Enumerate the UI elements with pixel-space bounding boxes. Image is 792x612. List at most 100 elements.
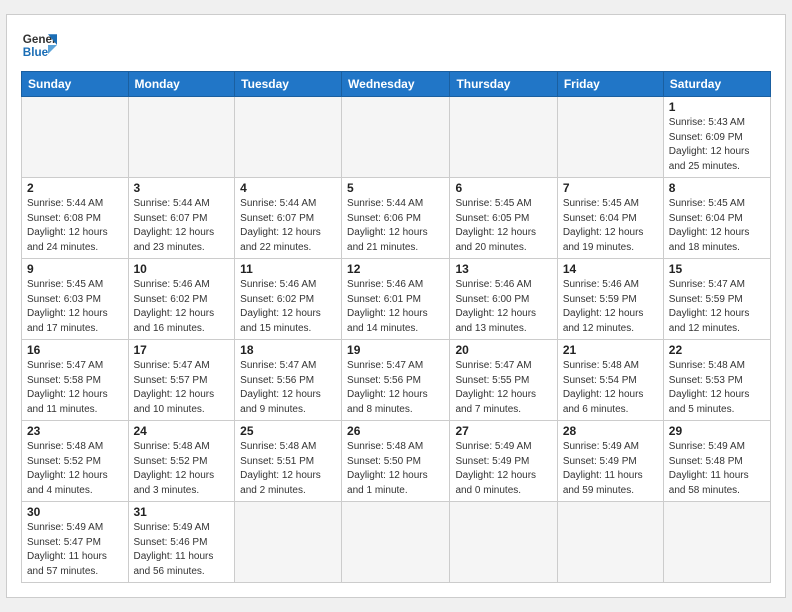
calendar-thead: SundayMondayTuesdayWednesdayThursdayFrid… [22, 72, 771, 97]
calendar-cell [235, 502, 342, 583]
day-number: 20 [455, 343, 551, 357]
calendar-cell: 30 Sunrise: 5:49 AM Sunset: 5:47 PM Dayli… [22, 502, 129, 583]
calendar-cell [557, 502, 663, 583]
day-number: 27 [455, 424, 551, 438]
day-info: Sunrise: 5:47 AM Sunset: 5:58 PM Dayligh… [27, 359, 123, 417]
weekday-header-row: SundayMondayTuesdayWednesdayThursdayFrid… [22, 72, 771, 97]
day-number: 26 [347, 424, 444, 438]
day-info: Sunrise: 5:48 AM Sunset: 5:51 PM Dayligh… [240, 440, 336, 498]
day-info: Sunrise: 5:46 AM Sunset: 6:00 PM Dayligh… [455, 278, 551, 336]
calendar-cell: 18 Sunrise: 5:47 AM Sunset: 5:56 PM Dayli… [235, 340, 342, 421]
day-number: 5 [347, 181, 444, 195]
calendar-cell: 22 Sunrise: 5:48 AM Sunset: 5:53 PM Dayli… [663, 340, 770, 421]
day-info: Sunrise: 5:48 AM Sunset: 5:52 PM Dayligh… [134, 440, 230, 498]
day-info: Sunrise: 5:46 AM Sunset: 6:02 PM Dayligh… [240, 278, 336, 336]
logo: General Blue [21, 27, 57, 63]
day-number: 4 [240, 181, 336, 195]
day-info: Sunrise: 5:47 AM Sunset: 5:56 PM Dayligh… [347, 359, 444, 417]
week-row-0: 1 Sunrise: 5:43 AM Sunset: 6:09 PM Daylig… [22, 97, 771, 178]
calendar-cell: 23 Sunrise: 5:48 AM Sunset: 5:52 PM Dayli… [22, 421, 129, 502]
calendar-cell: 8Sunrise: 5:45 AM Sunset: 6:04 PM Daylig… [663, 178, 770, 259]
calendar-cell: 27 Sunrise: 5:49 AM Sunset: 5:49 PM Dayli… [450, 421, 557, 502]
day-number: 31 [134, 505, 230, 519]
weekday-header-thursday: Thursday [450, 72, 557, 97]
calendar-cell: 26Sunrise: 5:48 AM Sunset: 5:50 PM Dayli… [342, 421, 450, 502]
day-number: 23 [27, 424, 123, 438]
day-info: Sunrise: 5:48 AM Sunset: 5:53 PM Dayligh… [669, 359, 765, 417]
week-row-4: 23 Sunrise: 5:48 AM Sunset: 5:52 PM Dayli… [22, 421, 771, 502]
day-number: 7 [563, 181, 658, 195]
day-info: Sunrise: 5:46 AM Sunset: 6:01 PM Dayligh… [347, 278, 444, 336]
calendar-cell: 11 Sunrise: 5:46 AM Sunset: 6:02 PM Dayli… [235, 259, 342, 340]
day-info: Sunrise: 5:44 AM Sunset: 6:07 PM Dayligh… [240, 197, 336, 255]
day-info: Sunrise: 5:45 AM Sunset: 6:04 PM Dayligh… [563, 197, 658, 255]
day-info: Sunrise: 5:45 AM Sunset: 6:04 PM Dayligh… [669, 197, 765, 255]
weekday-header-friday: Friday [557, 72, 663, 97]
day-number: 22 [669, 343, 765, 357]
day-number: 30 [27, 505, 123, 519]
calendar-cell: 3Sunrise: 5:44 AM Sunset: 6:07 PM Daylig… [128, 178, 235, 259]
day-info: Sunrise: 5:45 AM Sunset: 6:03 PM Dayligh… [27, 278, 123, 336]
day-number: 24 [134, 424, 230, 438]
week-row-1: 2Sunrise: 5:44 AM Sunset: 6:08 PM Daylig… [22, 178, 771, 259]
calendar-cell [235, 97, 342, 178]
calendar-cell: 5Sunrise: 5:44 AM Sunset: 6:06 PM Daylig… [342, 178, 450, 259]
day-number: 16 [27, 343, 123, 357]
calendar-cell [128, 97, 235, 178]
calendar-cell: 21 Sunrise: 5:48 AM Sunset: 5:54 PM Dayli… [557, 340, 663, 421]
calendar-cell: 25Sunrise: 5:48 AM Sunset: 5:51 PM Dayli… [235, 421, 342, 502]
day-number: 28 [563, 424, 658, 438]
day-info: Sunrise: 5:47 AM Sunset: 5:56 PM Dayligh… [240, 359, 336, 417]
day-info: Sunrise: 5:48 AM Sunset: 5:54 PM Dayligh… [563, 359, 658, 417]
day-number: 15 [669, 262, 765, 276]
calendar-cell: 14Sunrise: 5:46 AM Sunset: 5:59 PM Dayli… [557, 259, 663, 340]
calendar-cell: 4 Sunrise: 5:44 AM Sunset: 6:07 PM Daylig… [235, 178, 342, 259]
day-number: 17 [134, 343, 230, 357]
calendar-cell: 28 Sunrise: 5:49 AM Sunset: 5:49 PM Dayli… [557, 421, 663, 502]
calendar-cell [342, 502, 450, 583]
day-info: Sunrise: 5:49 AM Sunset: 5:47 PM Dayligh… [27, 521, 123, 579]
calendar-cell: 17 Sunrise: 5:47 AM Sunset: 5:57 PM Dayli… [128, 340, 235, 421]
day-info: Sunrise: 5:47 AM Sunset: 5:57 PM Dayligh… [134, 359, 230, 417]
day-info: Sunrise: 5:45 AM Sunset: 6:05 PM Dayligh… [455, 197, 551, 255]
calendar-cell: 19 Sunrise: 5:47 AM Sunset: 5:56 PM Dayli… [342, 340, 450, 421]
calendar-cell: 6 Sunrise: 5:45 AM Sunset: 6:05 PM Daylig… [450, 178, 557, 259]
calendar-cell [557, 97, 663, 178]
day-info: Sunrise: 5:49 AM Sunset: 5:49 PM Dayligh… [455, 440, 551, 498]
day-number: 9 [27, 262, 123, 276]
day-info: Sunrise: 5:48 AM Sunset: 5:52 PM Dayligh… [27, 440, 123, 498]
day-number: 13 [455, 262, 551, 276]
weekday-header-sunday: Sunday [22, 72, 129, 97]
calendar-tbody: 1 Sunrise: 5:43 AM Sunset: 6:09 PM Daylig… [22, 97, 771, 583]
day-number: 6 [455, 181, 551, 195]
day-number: 21 [563, 343, 658, 357]
calendar-cell: 20Sunrise: 5:47 AM Sunset: 5:55 PM Dayli… [450, 340, 557, 421]
day-number: 18 [240, 343, 336, 357]
day-info: Sunrise: 5:49 AM Sunset: 5:48 PM Dayligh… [669, 440, 765, 498]
calendar-cell: 16 Sunrise: 5:47 AM Sunset: 5:58 PM Dayli… [22, 340, 129, 421]
day-number: 1 [669, 100, 765, 114]
calendar-cell: 29Sunrise: 5:49 AM Sunset: 5:48 PM Dayli… [663, 421, 770, 502]
calendar-cell: 2Sunrise: 5:44 AM Sunset: 6:08 PM Daylig… [22, 178, 129, 259]
day-info: Sunrise: 5:46 AM Sunset: 5:59 PM Dayligh… [563, 278, 658, 336]
day-info: Sunrise: 5:44 AM Sunset: 6:08 PM Dayligh… [27, 197, 123, 255]
week-row-5: 30 Sunrise: 5:49 AM Sunset: 5:47 PM Dayli… [22, 502, 771, 583]
calendar-table: SundayMondayTuesdayWednesdayThursdayFrid… [21, 71, 771, 583]
calendar-cell: 15Sunrise: 5:47 AM Sunset: 5:59 PM Dayli… [663, 259, 770, 340]
calendar-cell: 7 Sunrise: 5:45 AM Sunset: 6:04 PM Daylig… [557, 178, 663, 259]
calendar-cell [450, 502, 557, 583]
day-number: 11 [240, 262, 336, 276]
calendar-cell: 10Sunrise: 5:46 AM Sunset: 6:02 PM Dayli… [128, 259, 235, 340]
day-number: 3 [134, 181, 230, 195]
day-number: 19 [347, 343, 444, 357]
calendar-cell: 24 Sunrise: 5:48 AM Sunset: 5:52 PM Dayli… [128, 421, 235, 502]
calendar-header: General Blue [21, 27, 771, 63]
day-number: 12 [347, 262, 444, 276]
day-info: Sunrise: 5:43 AM Sunset: 6:09 PM Dayligh… [669, 116, 765, 174]
weekday-header-tuesday: Tuesday [235, 72, 342, 97]
day-info: Sunrise: 5:49 AM Sunset: 5:46 PM Dayligh… [134, 521, 230, 579]
weekday-header-monday: Monday [128, 72, 235, 97]
logo-icon: General Blue [21, 27, 57, 63]
svg-text:Blue: Blue [23, 46, 49, 59]
day-info: Sunrise: 5:49 AM Sunset: 5:49 PM Dayligh… [563, 440, 658, 498]
